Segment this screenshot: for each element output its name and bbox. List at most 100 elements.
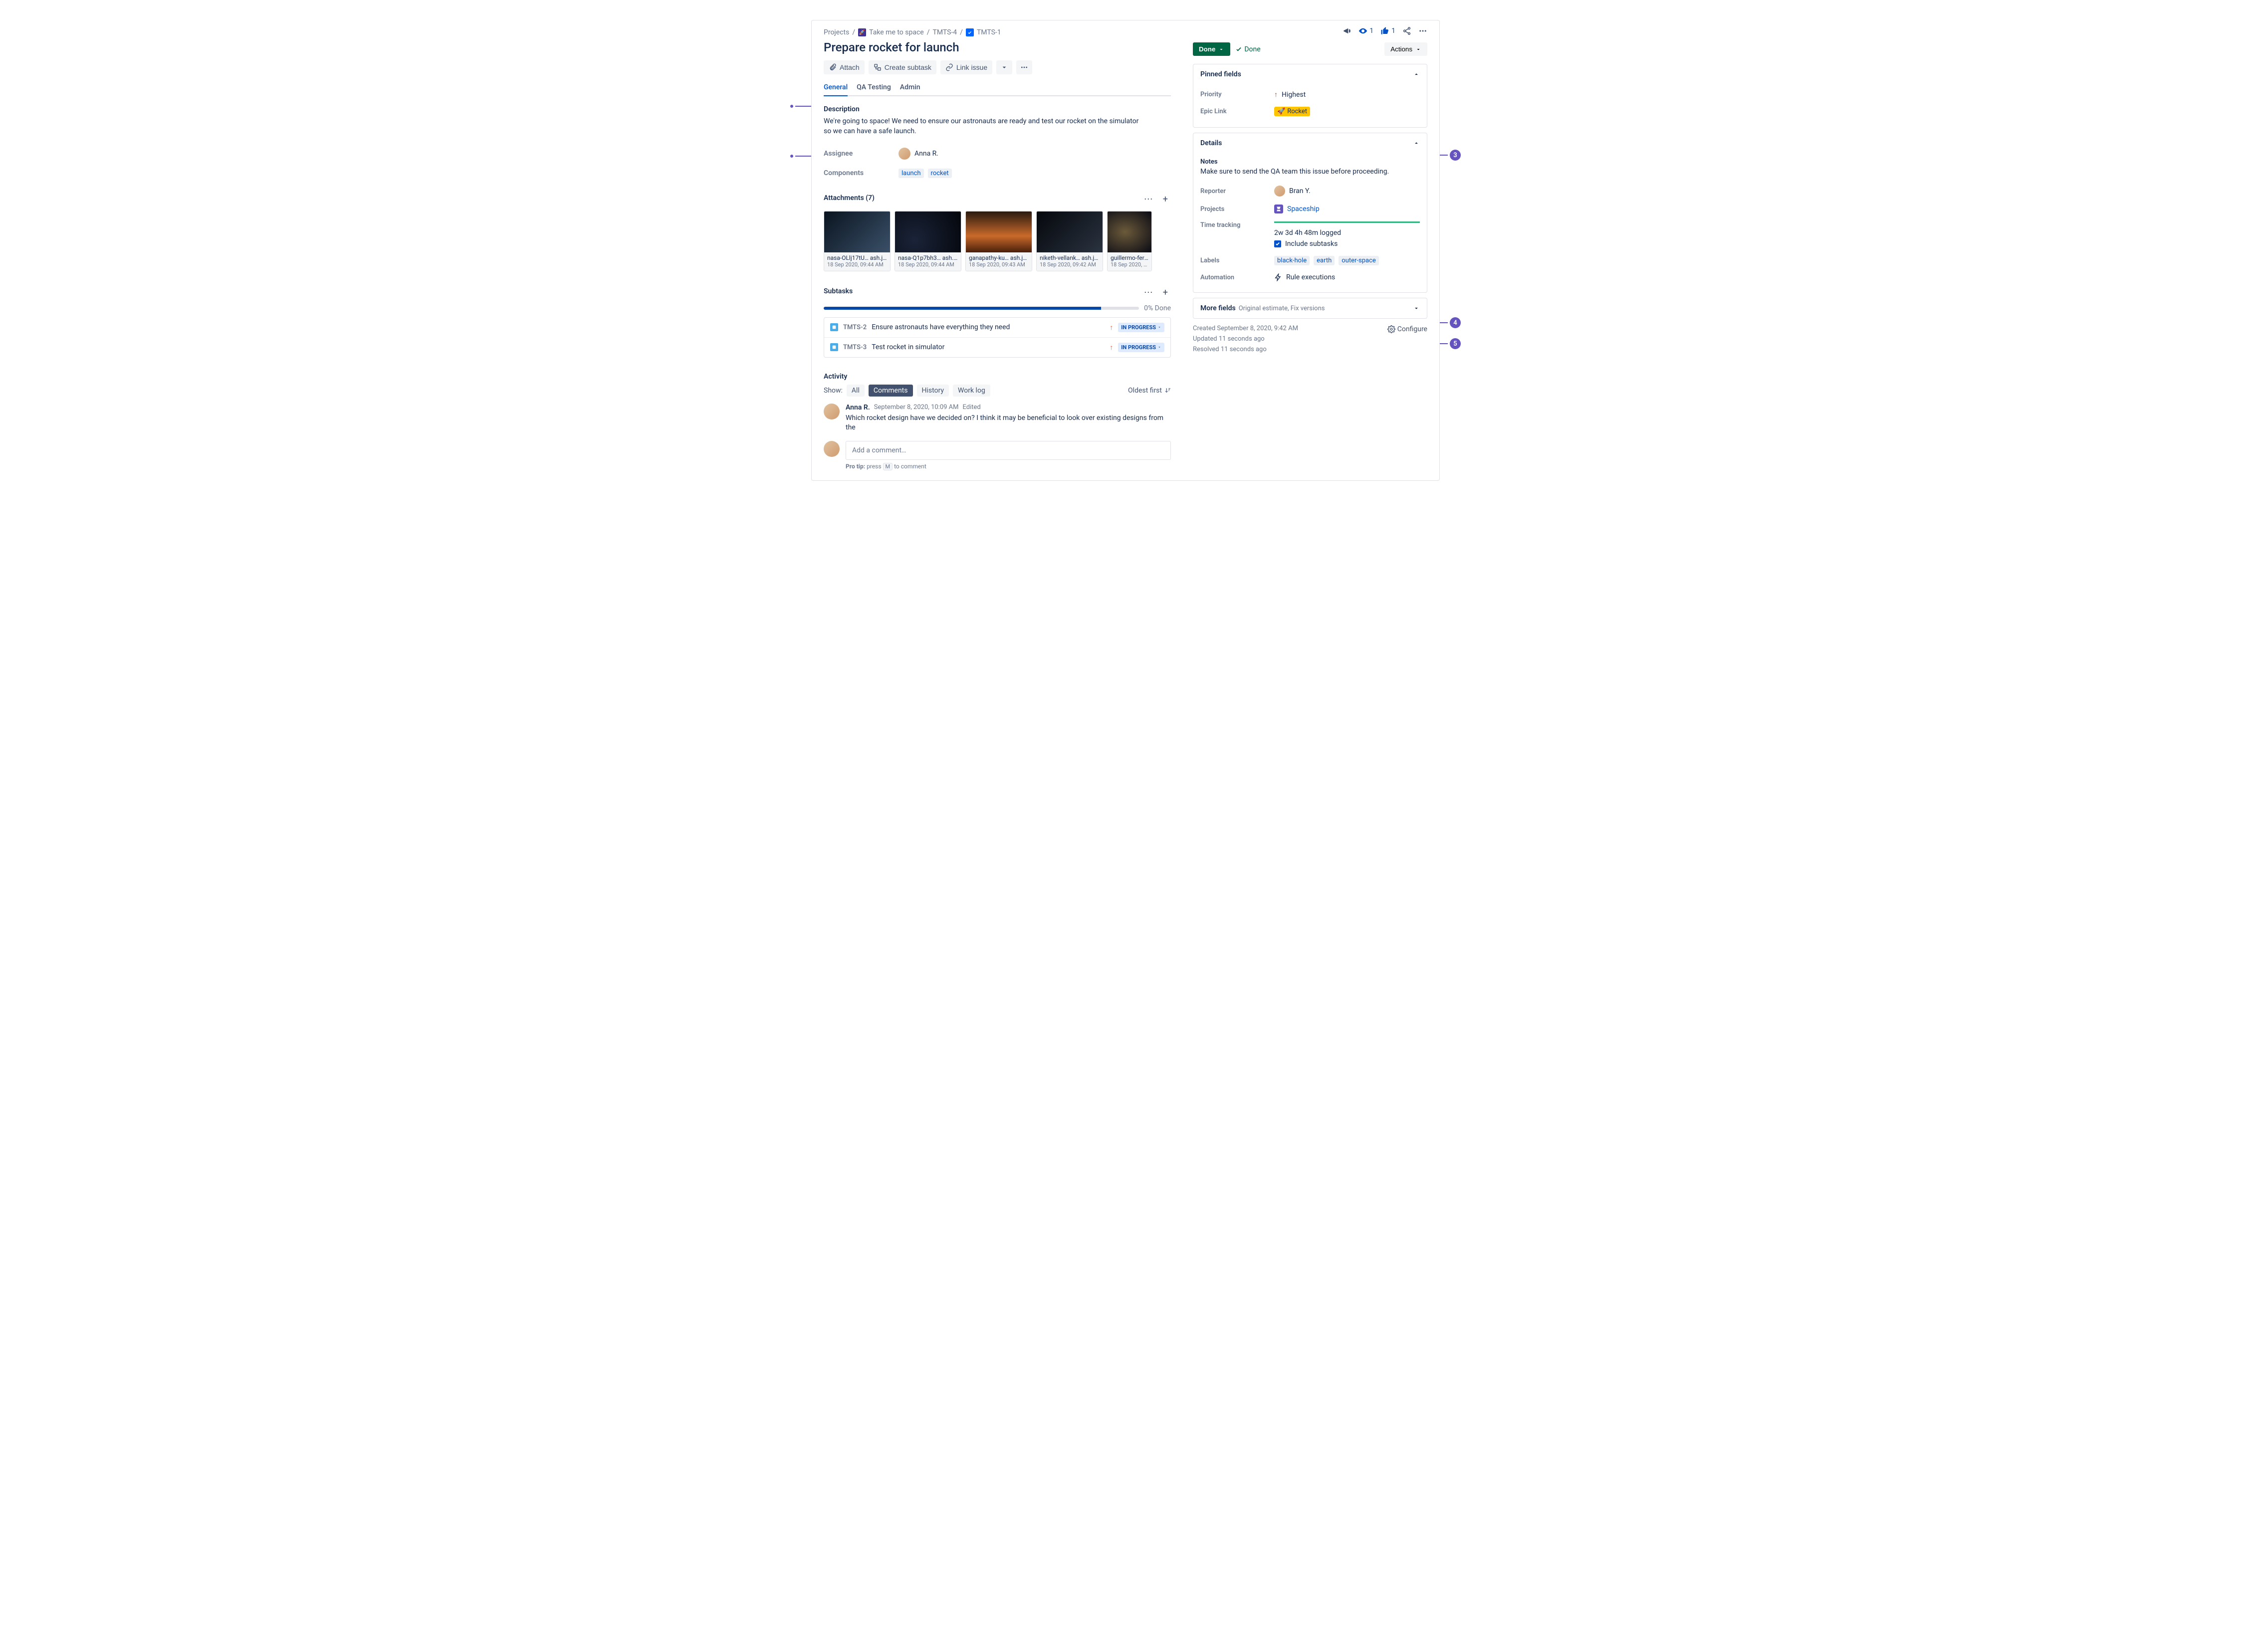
subtasks-heading: Subtasks [824,287,853,295]
subtask-type-icon [830,323,838,331]
activity-filter-all[interactable]: All [847,385,865,397]
status-done-indicator: Done [1235,45,1260,53]
activity-filter-worklog[interactable]: Work log [953,385,990,397]
breadcrumb: Projects / 🚀 Take me to space / TMTS-4 /… [824,28,1171,36]
configure-button[interactable]: Configure [1387,324,1427,335]
attachments-heading: Attachments (7) [824,194,875,202]
lightning-icon [1274,273,1282,281]
chevron-up-icon [1413,140,1420,147]
tab-admin[interactable]: Admin [900,83,920,95]
activity-show-label: Show: [824,387,843,395]
subtasks-add-icon[interactable]: + [1160,286,1171,299]
like-count: 1 [1391,27,1395,35]
annotation-4: 4 [1450,317,1461,328]
avatar [899,148,910,160]
priority-icon: ↑ [1110,343,1113,352]
project-icon: 🚀 [858,28,866,36]
more-fields-header[interactable]: More fieldsOriginal estimate, Fix versio… [1193,298,1427,318]
comment-edited: Edited [963,404,981,411]
automation-value[interactable]: Rule executions [1286,273,1335,281]
priority-label: Priority [1200,91,1274,98]
priority-highest-icon: ↑ [1274,90,1278,99]
attachment-item[interactable]: nasa-Q1p7bh3… ash.jpg18 Sep 2020, 09:44 … [895,211,961,271]
tab-qa-testing[interactable]: QA Testing [857,83,891,95]
epic-link[interactable]: 🚀 Rocket [1274,107,1310,116]
comment-author[interactable]: Anna R. [846,404,870,412]
breadcrumb-projects[interactable]: Projects [824,28,849,36]
avatar [824,404,840,419]
description-body[interactable]: We're going to space! We need to ensure … [824,116,1143,137]
chevron-down-icon [1413,305,1420,312]
more-actions-button[interactable] [1418,26,1427,35]
breadcrumb-project[interactable]: Take me to space [869,28,924,36]
subtask-status[interactable]: IN PROGRESS [1118,343,1164,352]
breadcrumb-issue-key[interactable]: TMTS-1 [977,28,1001,36]
status-button[interactable]: Done [1193,42,1230,56]
actions-dropdown[interactable]: Actions [1384,42,1427,56]
reporter-label: Reporter [1200,188,1274,195]
priority-icon: ↑ [1110,323,1113,332]
components-label: Components [824,169,899,177]
label-chip[interactable]: outer-space [1339,256,1379,265]
avatar [1274,186,1285,197]
breadcrumb-parent[interactable]: TMTS-4 [933,28,957,36]
attachments-add-icon[interactable]: + [1160,193,1171,206]
assignee-name[interactable]: Anna R. [914,150,938,158]
updated-timestamp: Updated 11 seconds ago [1193,334,1298,345]
include-subtasks-checkbox[interactable] [1274,240,1281,247]
activity-filter-history[interactable]: History [917,385,949,397]
top-actions: 1 1 [1343,26,1427,35]
page-title: Prepare rocket for launch [824,40,1171,54]
labels-label: Labels [1200,257,1274,264]
more-button[interactable] [1016,60,1032,74]
subtask-row[interactable]: TMTS-3 Test rocket in simulator ↑ IN PRO… [824,338,1170,357]
link-issue-button[interactable]: Link issue [940,60,992,74]
details-header[interactable]: Details [1193,133,1427,153]
time-tracking-value[interactable]: 2w 3d 4h 48m logged [1274,229,1420,237]
subtask-status[interactable]: IN PROGRESS [1118,323,1164,332]
protip: Pro tip: press M to comment [846,463,1171,470]
subtask-row[interactable]: TMTS-2 Ensure astronauts have everything… [824,318,1170,338]
subtasks-more-icon[interactable]: ⋯ [1141,286,1156,299]
automation-label: Automation [1200,274,1274,281]
project-link-icon [1274,205,1283,213]
avatar [824,441,840,457]
label-chip[interactable]: black-hole [1274,256,1310,265]
reporter-value[interactable]: Bran Y. [1289,187,1311,195]
link-issue-dropdown[interactable] [996,60,1012,74]
subtask-key: TMTS-3 [843,344,867,351]
label-chip[interactable]: earth [1314,256,1335,265]
priority-value[interactable]: Highest [1282,91,1306,99]
activity-sort-button[interactable]: Oldest first [1128,387,1171,395]
add-comment-input[interactable]: Add a comment… [846,441,1171,460]
description-heading: Description [824,105,1171,113]
like-button[interactable]: 1 [1380,26,1395,35]
component-chip[interactable]: launch [899,169,924,178]
share-button[interactable] [1402,26,1411,35]
attach-button[interactable]: Attach [824,60,865,74]
notes-text[interactable]: Make sure to send the QA team this issue… [1200,168,1420,176]
time-tracking-label: Time tracking [1200,221,1274,229]
component-chip[interactable]: rocket [928,169,952,178]
pinned-fields-header[interactable]: Pinned fields [1193,64,1427,84]
attachment-item[interactable]: niketh-vellank… ash.jpg18 Sep 2020, 09:4… [1036,211,1103,271]
attachments-more-icon[interactable]: ⋯ [1141,193,1156,206]
chevron-up-icon [1413,71,1420,78]
project-link[interactable]: Spaceship [1287,205,1320,213]
tabs: General QA Testing Admin [824,83,1171,96]
annotation-5: 5 [1450,338,1461,349]
feedback-icon[interactable] [1343,26,1351,35]
create-subtask-button[interactable]: Create subtask [869,60,936,74]
created-timestamp: Created September 8, 2020, 9:42 AM [1193,324,1298,334]
attachment-item[interactable]: guillermo-ferl… a…18 Sep 2020, 09:… [1107,211,1152,271]
subtask-pct: 0% Done [1144,304,1171,312]
attachment-item[interactable]: nasa-OLlj17tU… ash.jpg18 Sep 2020, 09:44… [824,211,891,271]
attachment-item[interactable]: ganapathy-ku… ash.jpg18 Sep 2020, 09:43 … [965,211,1032,271]
tab-general[interactable]: General [824,83,848,96]
watchers-button[interactable]: 1 [1358,26,1373,35]
assignee-label: Assignee [824,150,899,158]
activity-filter-comments[interactable]: Comments [869,385,913,397]
include-subtasks-label: Include subtasks [1285,240,1338,248]
time-tracking-bar [1274,221,1420,223]
comment-date: September 8, 2020, 10:09 AM [874,404,959,411]
